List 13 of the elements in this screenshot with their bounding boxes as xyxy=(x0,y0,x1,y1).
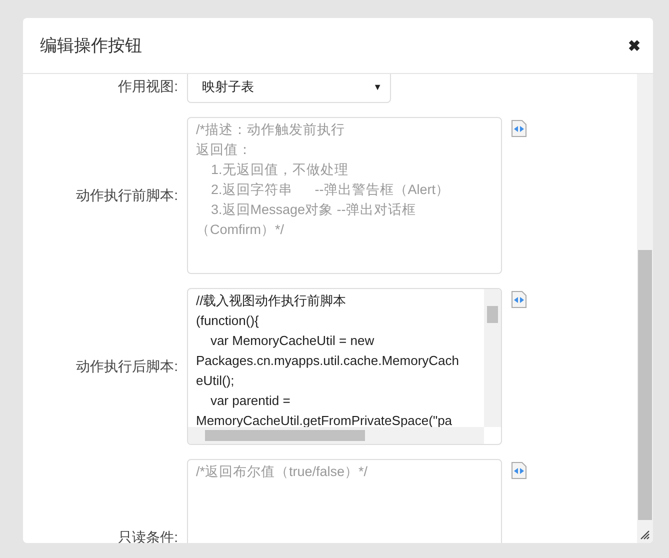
field-label: 动作执行后脚本: xyxy=(75,358,178,376)
view-select[interactable]: 映射子表 ▼ xyxy=(187,74,391,103)
script-editor-icon[interactable] xyxy=(511,462,527,479)
dialog-title: 编辑操作按钮 xyxy=(40,35,142,57)
script-editor-icon[interactable] xyxy=(511,291,527,308)
field-label: 作用视图: xyxy=(117,78,178,96)
close-button[interactable]: ✖ xyxy=(628,36,641,54)
script-editor-icon[interactable] xyxy=(511,120,527,137)
dropdown-arrow-icon: ▼ xyxy=(373,82,382,92)
scrollbar[interactable] xyxy=(637,74,653,543)
script-field[interactable]: //载入视图动作执行前脚本 (function(){ var MemoryCacheUtil = new Packages.cn.myapps.util.cache.MemoryCach eUtil(); var parentid = MemoryCacheUtil.getFromPrivateSpace("pa xyxy=(187,288,502,445)
resize-grip-icon[interactable] xyxy=(640,530,650,540)
field-label: 动作执行前脚本: xyxy=(75,186,178,204)
